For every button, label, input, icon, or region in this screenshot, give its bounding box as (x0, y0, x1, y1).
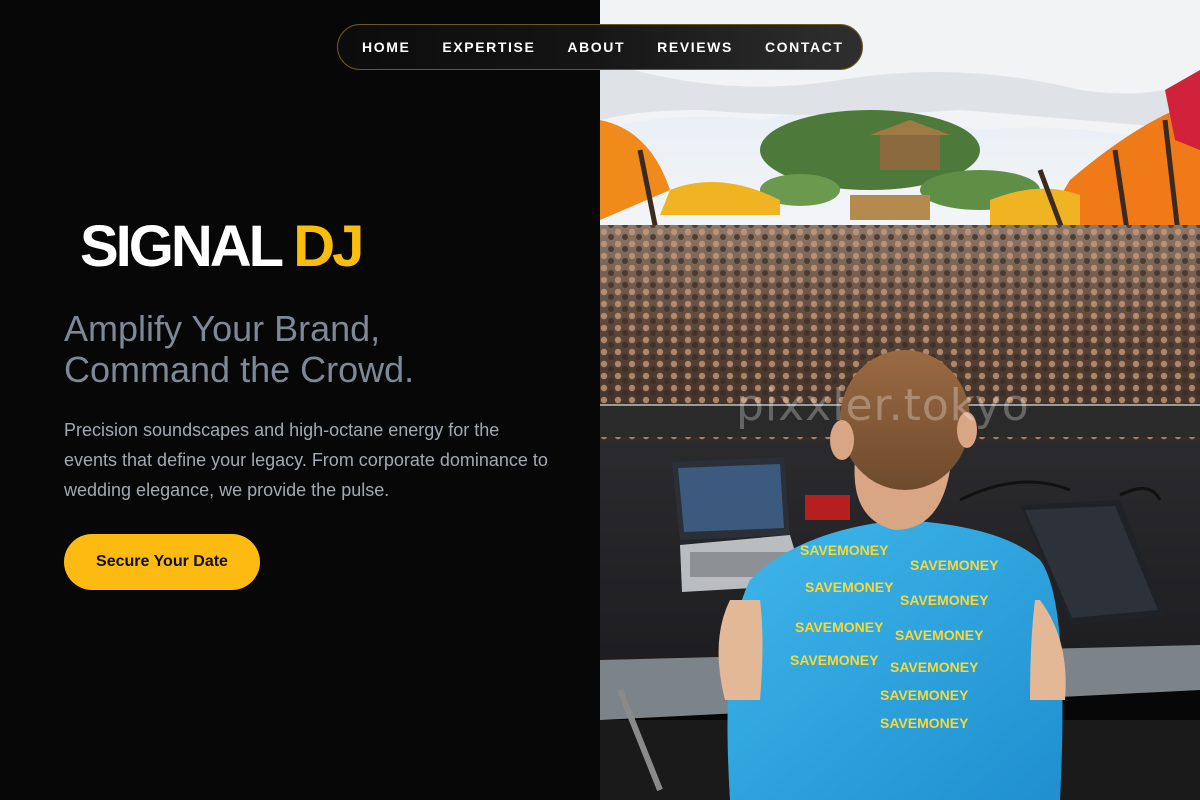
photo-watermark: pixxler.tokyo (736, 380, 1030, 431)
nav-link-home[interactable]: HOME (362, 39, 410, 55)
secure-date-button[interactable]: Secure Your Date (64, 534, 260, 590)
brand-accent: DJ (293, 214, 364, 279)
shirt-text-row-10: SAVEMONEY (880, 715, 969, 731)
brand-name: SIGNAL (80, 214, 283, 279)
nav-link-expertise[interactable]: EXPERTISE (442, 39, 535, 55)
shirt-text-row-2: SAVEMONEY (910, 557, 999, 573)
shirt-text-row-8: SAVEMONEY (890, 659, 979, 675)
hero-headline: Amplify Your Brand, Command the Crowd. (64, 308, 564, 390)
nav-link-contact[interactable]: CONTACT (765, 39, 844, 55)
hero-left-panel (0, 0, 600, 800)
nav-link-about[interactable]: ABOUT (567, 39, 625, 55)
shirt-text-row-4: SAVEMONEY (900, 592, 989, 608)
shirt-text-row-7: SAVEMONEY (790, 652, 879, 668)
shirt-text-row-9: SAVEMONEY (880, 687, 969, 703)
shirt-text-row-5: SAVEMONEY (795, 619, 884, 635)
hero-description: Precision soundscapes and high-octane en… (64, 420, 548, 500)
main-nav: HOME EXPERTISE ABOUT REVIEWS CONTACT (337, 24, 863, 70)
headline-line-1: Amplify Your Brand, (64, 308, 381, 349)
shirt-text-row-1: SAVEMONEY (800, 542, 889, 558)
shirt-text-row-6: SAVEMONEY (895, 627, 984, 643)
headline-line-2: Command the Crowd. (64, 349, 415, 390)
shirt-text-row-3: SAVEMONEY (805, 579, 894, 595)
brand-logo: SIGNAL DJ (80, 214, 364, 280)
nav-link-reviews[interactable]: REVIEWS (657, 39, 733, 55)
